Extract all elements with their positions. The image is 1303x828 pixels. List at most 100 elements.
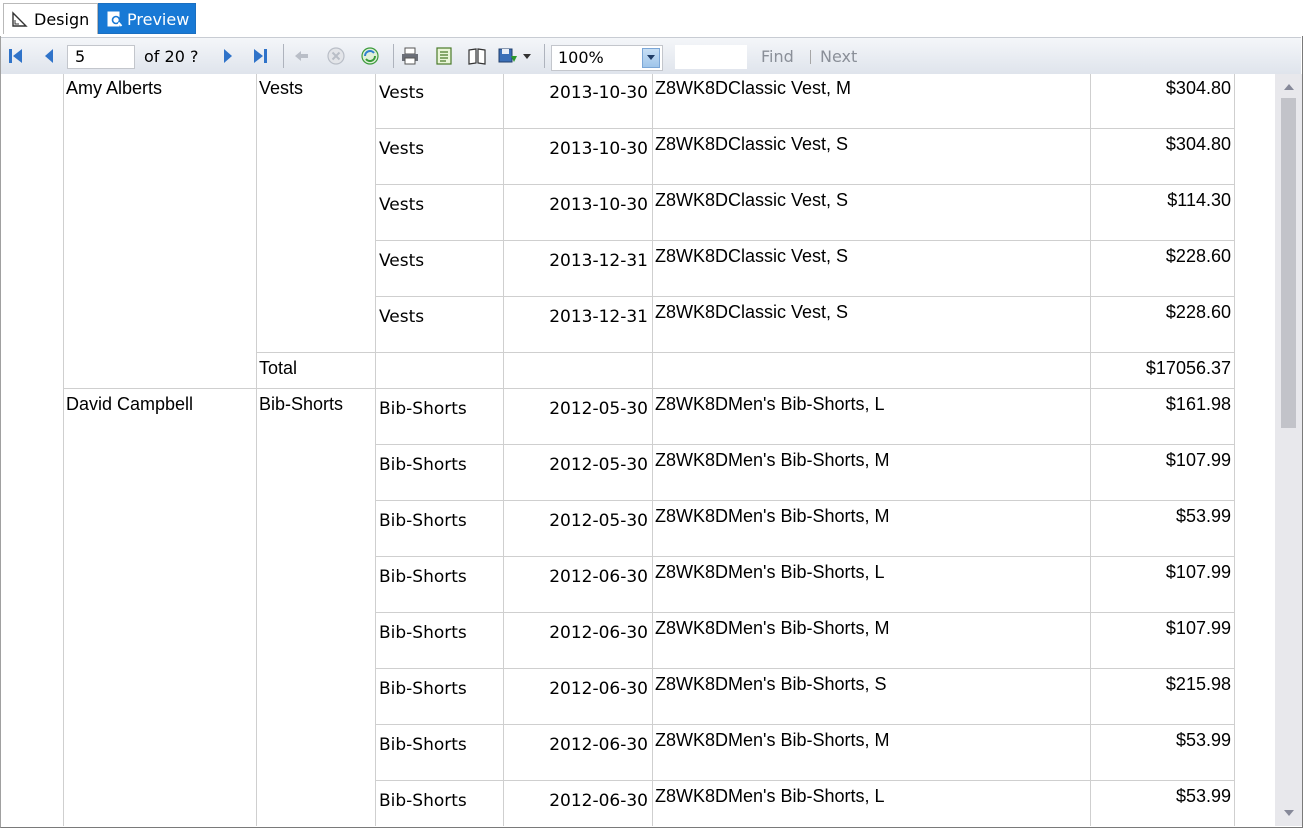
vertical-scrollbar[interactable] — [1275, 74, 1302, 826]
subcategory-cell: Vests — [379, 195, 425, 215]
toolbar-separator — [393, 44, 394, 68]
date-cell: 2012-06-30 — [549, 735, 648, 755]
subcategory-cell: Bib-Shorts — [379, 399, 467, 419]
tab-design-label: Design — [34, 10, 90, 29]
row-border — [375, 296, 1235, 297]
amount-cell: $161.98 — [1165, 394, 1231, 414]
date-cell: 2013-10-30 — [549, 139, 648, 159]
zoom-value: 100% — [558, 48, 604, 67]
category-name: Vests — [259, 78, 304, 98]
find-separator — [810, 50, 811, 64]
tab-design[interactable]: Design — [3, 3, 98, 34]
stop-icon[interactable] — [326, 47, 346, 65]
find-input[interactable] — [675, 45, 747, 69]
date-cell: 2013-10-30 — [549, 83, 648, 103]
export-dropdown-icon[interactable] — [523, 54, 531, 60]
amount-cell: $107.99 — [1165, 562, 1231, 582]
date-cell: 2012-06-30 — [549, 791, 648, 811]
find-button[interactable]: Find — [761, 45, 794, 69]
amount-cell: $228.60 — [1165, 246, 1231, 266]
amount-cell: $304.80 — [1165, 134, 1231, 154]
next-page-icon[interactable] — [217, 47, 237, 65]
date-cell: 2012-06-30 — [549, 623, 648, 643]
page-count-label: of 20 ? — [144, 47, 199, 66]
previous-page-icon[interactable] — [40, 47, 60, 65]
row-border — [375, 240, 1235, 241]
row-border — [375, 780, 1235, 781]
column-border — [652, 74, 653, 826]
salesperson-name: David Campbell — [66, 394, 194, 414]
tab-bar: Design Preview — [0, 0, 1303, 36]
product-cell: Z8WK8DMen's Bib-Shorts, M — [655, 450, 890, 470]
product-cell: Z8WK8DClassic Vest, M — [655, 78, 852, 98]
total-label: Total — [259, 358, 298, 378]
subcategory-cell: Bib-Shorts — [379, 791, 467, 811]
date-cell: 2012-05-30 — [549, 399, 648, 419]
column-border — [256, 74, 257, 826]
subcategory-cell: Vests — [379, 307, 425, 327]
product-cell: Z8WK8DMen's Bib-Shorts, L — [655, 562, 885, 582]
toolbar-separator — [283, 44, 284, 68]
column-border — [375, 74, 376, 826]
product-cell: Z8WK8DClassic Vest, S — [655, 302, 849, 322]
print-icon[interactable] — [400, 47, 420, 65]
row-border — [63, 388, 1235, 389]
tab-preview-label: Preview — [127, 10, 190, 29]
zoom-dropdown-button[interactable] — [642, 48, 660, 68]
row-border — [375, 444, 1235, 445]
date-cell: 2013-10-30 — [549, 195, 648, 215]
refresh-icon[interactable] — [360, 47, 380, 65]
total-amount: $17056.37 — [1145, 358, 1231, 378]
row-border — [375, 128, 1235, 129]
amount-cell: $53.99 — [1175, 730, 1231, 750]
export-icon[interactable] — [498, 47, 518, 65]
first-page-icon[interactable] — [6, 47, 26, 65]
date-cell: 2013-12-31 — [549, 307, 648, 327]
zoom-select[interactable]: 100% — [551, 45, 663, 71]
column-border — [503, 74, 504, 826]
amount-cell: $114.30 — [1167, 190, 1231, 210]
product-cell: Z8WK8DClassic Vest, S — [655, 134, 849, 154]
row-border — [375, 556, 1235, 557]
page-number-input[interactable]: 5 — [67, 45, 135, 69]
product-cell: Z8WK8DMen's Bib-Shorts, M — [655, 730, 890, 750]
toolbar-separator — [544, 44, 545, 68]
column-border — [63, 74, 64, 826]
salesperson-name: Amy Alberts — [66, 78, 163, 98]
scroll-up-arrow-icon[interactable] — [1284, 84, 1294, 90]
row-border — [375, 668, 1235, 669]
date-cell: 2012-05-30 — [549, 511, 648, 531]
date-cell: 2012-05-30 — [549, 455, 648, 475]
subcategory-cell: Vests — [379, 139, 425, 159]
subcategory-cell: Vests — [379, 83, 425, 103]
amount-cell: $107.99 — [1165, 618, 1231, 638]
find-next-button[interactable]: Next — [820, 45, 857, 69]
scrollbar-thumb[interactable] — [1281, 98, 1296, 428]
subcategory-cell: Bib-Shorts — [379, 623, 467, 643]
tab-preview[interactable]: Preview — [98, 3, 196, 34]
last-page-icon[interactable] — [250, 47, 270, 65]
print-layout-icon[interactable] — [434, 47, 454, 65]
product-cell: Z8WK8DClassic Vest, S — [655, 246, 849, 266]
row-border — [375, 724, 1235, 725]
amount-cell: $53.99 — [1175, 506, 1231, 526]
product-cell: Z8WK8DMen's Bib-Shorts, L — [655, 786, 885, 806]
column-border — [1234, 74, 1235, 826]
row-border — [375, 612, 1235, 613]
amount-cell: $228.60 — [1165, 302, 1231, 322]
amount-cell: $53.99 — [1175, 786, 1231, 806]
column-border — [1090, 74, 1091, 826]
date-cell: 2012-06-30 — [549, 567, 648, 587]
product-cell: Z8WK8DClassic Vest, S — [655, 190, 849, 210]
subcategory-cell: Vests — [379, 251, 425, 271]
design-ruler-icon — [12, 11, 28, 27]
back-icon[interactable] — [292, 47, 312, 65]
scroll-down-arrow-icon[interactable] — [1284, 810, 1294, 816]
product-cell: Z8WK8DMen's Bib-Shorts, M — [655, 618, 890, 638]
page-setup-icon[interactable] — [467, 47, 487, 65]
subcategory-cell: Bib-Shorts — [379, 567, 467, 587]
subcategory-cell: Bib-Shorts — [379, 455, 467, 475]
amount-cell: $215.98 — [1165, 674, 1231, 694]
product-cell: Z8WK8DMen's Bib-Shorts, M — [655, 506, 890, 526]
amount-cell: $107.99 — [1165, 450, 1231, 470]
